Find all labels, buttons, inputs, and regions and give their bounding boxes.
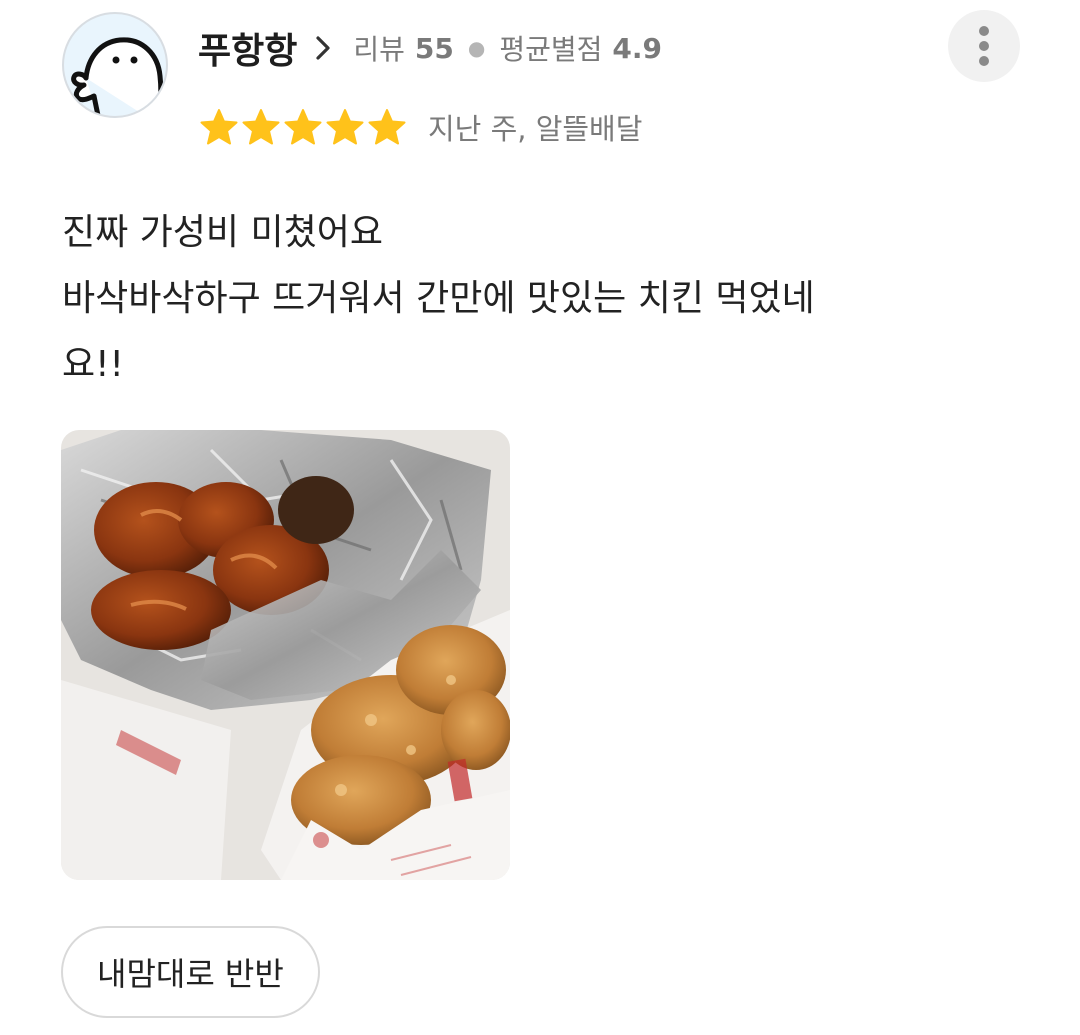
- review-rating-row: 지난 주, 알뜰배달: [200, 104, 642, 150]
- star-icon: [326, 109, 364, 145]
- star-rating: [200, 108, 406, 146]
- star-icon: [368, 109, 406, 145]
- menu-tag-chip[interactable]: 내맘대로 반반: [61, 926, 320, 1018]
- review-count-label: 리뷰: [353, 33, 405, 66]
- avg-rating: 4.9: [612, 31, 662, 65]
- star-icon: [284, 109, 322, 145]
- review-photo[interactable]: [61, 430, 510, 880]
- review-text-line: 요!!: [62, 344, 124, 385]
- fried-chicken-photo: [61, 430, 510, 880]
- star-icon: [200, 109, 238, 145]
- menu-tag-label: 내맘대로 반반: [97, 955, 284, 993]
- avatar[interactable]: [62, 12, 168, 118]
- review-text: 진짜 가성비 미쳤어요 바삭바삭하구 뜨거워서 간만에 맛있는 치킨 먹었네 요…: [62, 200, 1022, 398]
- review-count: 55: [414, 31, 454, 65]
- reviewer-nickname[interactable]: 푸항항: [198, 22, 297, 74]
- chevron-right-icon[interactable]: [315, 35, 331, 61]
- review-date: 지난 주, 알뜰배달: [428, 112, 643, 146]
- reviewer-stats: 리뷰 55 ● 평균별점 4.9: [353, 28, 662, 68]
- star-icon: [242, 109, 280, 145]
- cartoon-face-icon: [71, 37, 164, 116]
- avg-rating-label: 평균별점: [499, 33, 603, 66]
- review-text-line: 바삭바삭하구 뜨거워서 간만에 맛있는 치킨 먹었네: [62, 278, 815, 319]
- separator-dot: ●: [467, 36, 486, 60]
- reviewer-header: 푸항항 리뷰 55 ● 평균별점 4.9: [198, 20, 662, 76]
- more-vertical-icon: [979, 26, 989, 66]
- review-text-line: 진짜 가성비 미쳤어요: [62, 212, 383, 253]
- more-options-button[interactable]: [948, 10, 1020, 82]
